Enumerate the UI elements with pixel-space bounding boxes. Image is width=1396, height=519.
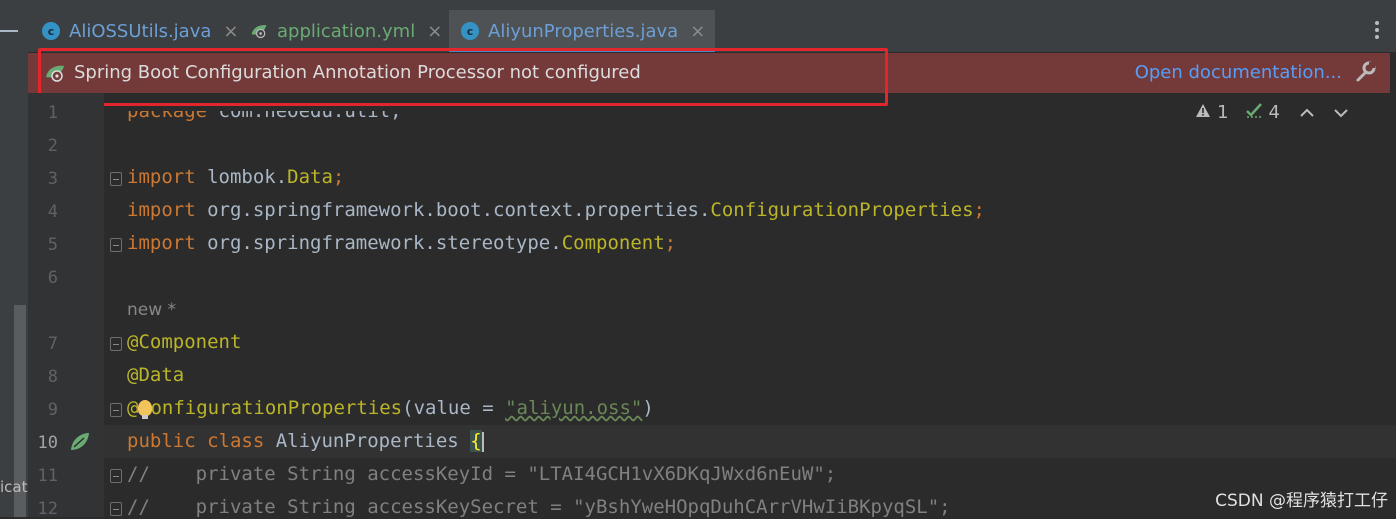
line-number: 1	[47, 103, 58, 123]
usage-hint[interactable]: new *	[127, 300, 176, 320]
wrench-icon[interactable]	[1354, 61, 1376, 87]
fold-marker[interactable]	[110, 469, 122, 483]
fold-marker[interactable]	[110, 238, 122, 252]
spring-bean-icon[interactable]	[68, 430, 92, 458]
side-panel-label: icat	[0, 478, 28, 496]
fold-marker[interactable]	[110, 403, 122, 417]
close-icon[interactable]: ×	[427, 21, 442, 42]
line-number: 11	[37, 466, 58, 486]
weak-warning-icon	[1245, 102, 1263, 123]
editor-tab-bar: c AliOSSUtils.java × application.yml × c…	[28, 0, 1396, 52]
weak-warning-count: 4	[1268, 102, 1280, 123]
chevron-up-icon[interactable]	[1300, 102, 1314, 123]
watermark: CSDN @程序猿打工仔	[1215, 491, 1388, 511]
red-highlight-box	[38, 48, 888, 106]
editor-gutter	[28, 93, 104, 517]
fold-marker[interactable]	[110, 172, 122, 186]
code-line-11[interactable]: // private String accessKeyId = "LTAI4GC…	[127, 463, 836, 485]
close-icon[interactable]: ×	[690, 21, 705, 42]
fold-marker[interactable]	[110, 337, 122, 351]
tab-aliyun-properties[interactable]: c AliyunProperties.java ×	[449, 10, 716, 52]
inspections-widget[interactable]: 1 4	[1195, 102, 1348, 123]
line-number: 2	[47, 136, 58, 156]
line-number: 9	[47, 400, 58, 420]
warning-count: 1	[1217, 102, 1229, 123]
line-number: 5	[47, 235, 58, 255]
tab-application-yml[interactable]: application.yml ×	[250, 10, 442, 52]
line-number: 12	[37, 499, 58, 519]
code-line-4[interactable]: import org.springframework.boot.context.…	[127, 199, 985, 221]
code-line-7[interactable]: @Component	[127, 331, 241, 353]
open-documentation-link[interactable]: Open documentation...	[1135, 62, 1342, 83]
code-line-9[interactable]: @ onfigurationProperties(value = "aliyun.…	[127, 397, 654, 419]
tab-label: application.yml	[277, 20, 416, 42]
warning-icon	[1195, 102, 1211, 123]
java-class-icon: c	[42, 22, 60, 40]
code-line-5[interactable]: import org.springframework.stereotype.Co…	[127, 232, 676, 254]
close-icon[interactable]: ×	[223, 21, 238, 42]
left-tool-strip	[0, 0, 29, 517]
tab-label: AliOSSUtils.java	[69, 20, 212, 42]
lightbulb-icon[interactable]	[138, 400, 152, 419]
line-number: 6	[47, 268, 58, 288]
text-cursor	[481, 431, 484, 452]
code-line-3[interactable]: import lombok.Data;	[127, 166, 344, 188]
line-number: 7	[47, 334, 58, 354]
line-number: 8	[47, 367, 58, 387]
tab-label: AliyunProperties.java	[488, 20, 679, 42]
code-line-10[interactable]: public class AliyunProperties {	[127, 430, 484, 452]
chevron-down-icon[interactable]	[1334, 102, 1348, 123]
java-class-icon: c	[461, 22, 479, 40]
spring-yml-icon	[250, 22, 268, 40]
line-number: 10	[37, 433, 58, 453]
tab-alioss-utils[interactable]: c AliOSSUtils.java ×	[42, 10, 238, 52]
fold-marker[interactable]	[110, 502, 122, 516]
menu-icon[interactable]	[0, 30, 18, 32]
line-number: 4	[47, 202, 58, 222]
code-line-12[interactable]: // private String accessKeySecret = "yBs…	[127, 496, 951, 518]
line-number: 3	[47, 169, 58, 189]
more-tabs-icon[interactable]	[1374, 20, 1380, 40]
code-line-8[interactable]: @Data	[127, 364, 184, 386]
